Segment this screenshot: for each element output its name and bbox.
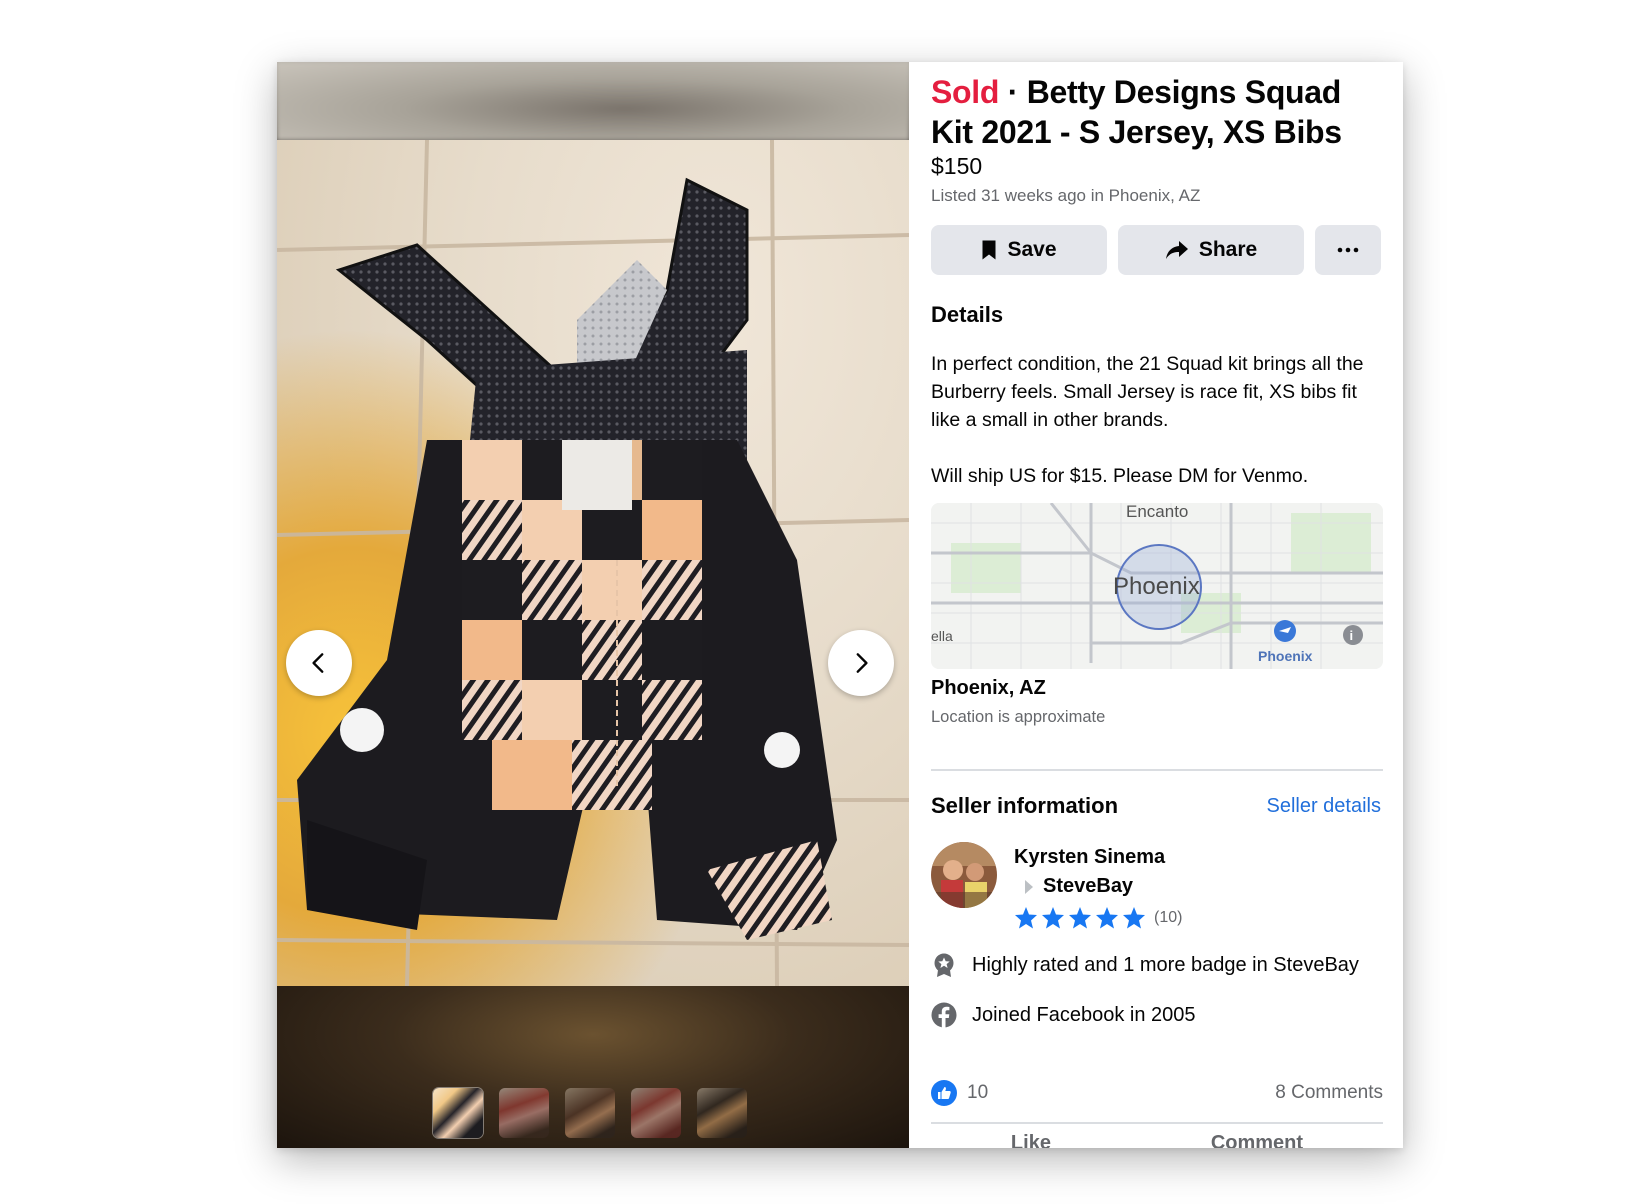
blurred-backdrop-top: [277, 62, 909, 140]
map-label-encanto: Encanto: [1126, 503, 1188, 521]
star-icon: [1015, 907, 1037, 929]
listing-photo: [277, 140, 909, 986]
map-label-ella: ella: [931, 628, 953, 644]
rating-count: (10): [1154, 908, 1183, 926]
facebook-icon: [931, 1002, 957, 1028]
post-actions: Like Comment: [931, 1132, 1383, 1148]
joined-text: Joined Facebook in 2005: [972, 1003, 1196, 1026]
star-icon: [1069, 907, 1091, 929]
ellipsis-icon: [1337, 247, 1359, 253]
caret-right-icon: [1025, 879, 1033, 894]
save-button-label: Save: [1007, 238, 1057, 261]
like-action-button[interactable]: Like: [1011, 1132, 1051, 1148]
bookmark-icon: [982, 240, 996, 260]
comment-action-button[interactable]: Comment: [1211, 1132, 1303, 1148]
listing-info-panel: Sold · Betty Designs Squad Kit 2021 - S …: [909, 62, 1403, 1148]
details-heading: Details: [931, 302, 1004, 327]
save-button[interactable]: Save: [931, 225, 1107, 275]
likes-number: 10: [967, 1082, 989, 1103]
location-name: Phoenix, AZ: [931, 677, 1046, 699]
star-icon: [1096, 907, 1118, 929]
seller-name[interactable]: Kyrsten Sinema: [1014, 846, 1165, 869]
star-icon: [1042, 907, 1064, 929]
photo-thumbnail[interactable]: [565, 1088, 615, 1138]
seller-rating[interactable]: (10): [1014, 906, 1182, 929]
group-name[interactable]: SteveBay: [1043, 875, 1133, 898]
map-illustration: Encanto Phoenix ella Phoenix i: [931, 503, 1383, 669]
seller-info-heading: Seller information: [931, 793, 1119, 818]
thumbs-up-icon: [931, 1080, 957, 1106]
location-map[interactable]: Encanto Phoenix ella Phoenix i: [931, 503, 1383, 669]
marketplace-listing-card: Sold · Betty Designs Squad Kit 2021 - S …: [277, 62, 1403, 1148]
description-paragraph: Will ship US for $15. Please DM for Venm…: [931, 465, 1309, 487]
seller-avatar-image: [931, 842, 997, 908]
listing-price: $150: [931, 153, 983, 179]
map-label-phoenix-airport: Phoenix: [1258, 648, 1313, 664]
star-icon: [1123, 907, 1145, 929]
section-divider: [931, 1122, 1383, 1124]
more-options-button[interactable]: [1315, 225, 1381, 275]
seller-badge-row: Highly rated and 1 more badge in SteveBa…: [931, 952, 1359, 978]
chevron-left-icon: [312, 653, 324, 673]
seller-avatar[interactable]: [931, 842, 997, 908]
photo-thumbnail[interactable]: [499, 1088, 549, 1138]
seller-details-link[interactable]: Seller details: [1266, 795, 1381, 818]
bib-shorts-photo-illustration: [277, 140, 909, 986]
photo-viewer: [277, 62, 909, 1148]
description-paragraph: In perfect condition, the 21 Squad kit b…: [931, 353, 1364, 431]
listing-title: Sold · Betty Designs Squad Kit 2021 - S …: [931, 72, 1391, 152]
title-separator: ·: [1007, 74, 1019, 110]
chevron-right-icon: [856, 653, 868, 673]
photo-thumbnails: [433, 1088, 747, 1138]
badge-icon: [934, 953, 954, 977]
photo-thumbnail[interactable]: [433, 1088, 483, 1138]
listed-time-location: Listed 31 weeks ago in Phoenix, AZ: [931, 186, 1201, 205]
share-button[interactable]: Share: [1118, 225, 1304, 275]
share-button-label: Share: [1198, 238, 1258, 261]
sold-status: Sold: [931, 74, 1000, 110]
likes-count[interactable]: 10: [931, 1080, 988, 1106]
badge-text: Highly rated and 1 more badge in SteveBa…: [972, 953, 1359, 976]
svg-text:i: i: [1350, 628, 1354, 643]
engagement-summary: 10 8 Comments: [931, 1080, 1383, 1106]
next-photo-button[interactable]: [828, 630, 894, 696]
location-note: Location is approximate: [931, 708, 1106, 726]
section-divider: [931, 769, 1383, 771]
seller-group: SteveBay: [1025, 875, 1133, 898]
seller-joined-row: Joined Facebook in 2005: [931, 1002, 1196, 1028]
map-label-phoenix: Phoenix: [1113, 573, 1200, 600]
share-arrow-icon: [1165, 241, 1188, 259]
photo-thumbnail[interactable]: [697, 1088, 747, 1138]
listing-description: In perfect condition, the 21 Squad kit b…: [931, 350, 1381, 490]
comments-count[interactable]: 8 Comments: [1275, 1082, 1383, 1104]
photo-thumbnail[interactable]: [631, 1088, 681, 1138]
previous-photo-button[interactable]: [286, 630, 352, 696]
